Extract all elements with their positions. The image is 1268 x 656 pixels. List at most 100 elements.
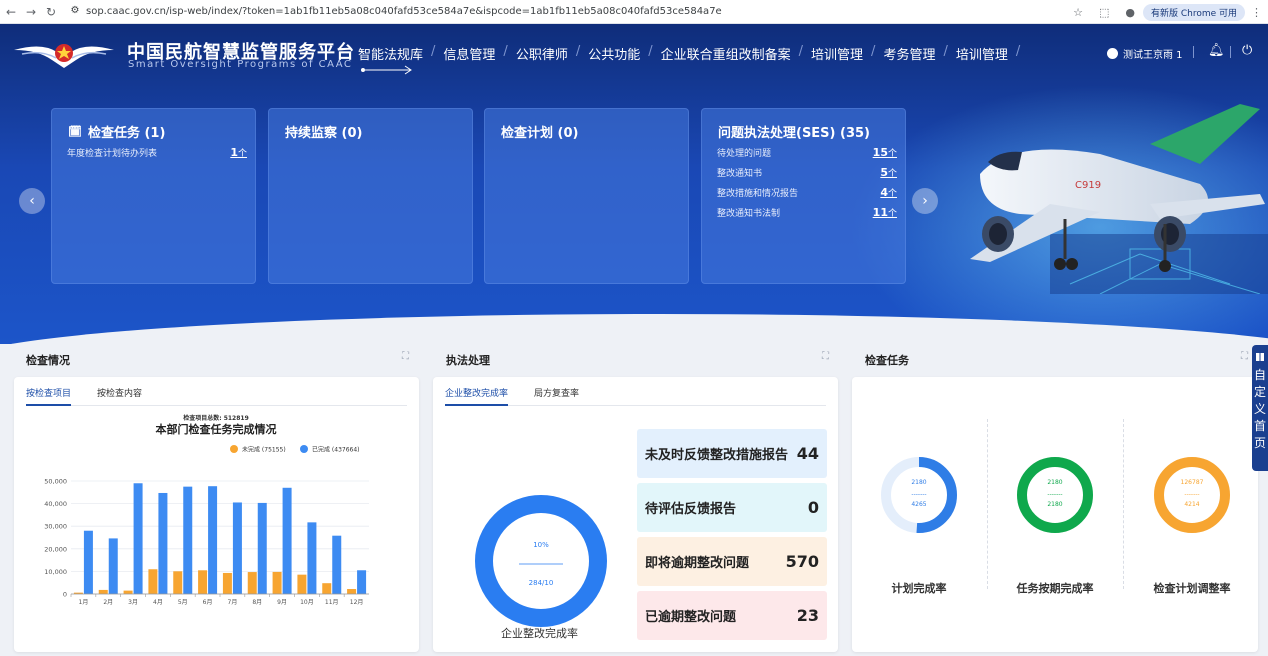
customize-homepage-tab[interactable]: 自定义首页 — [1252, 345, 1268, 471]
bar-incomplete — [98, 589, 108, 594]
bar-incomplete — [347, 589, 357, 594]
nav-item-public-lawyer[interactable]: 公职律师 — [516, 44, 568, 63]
panel-enforcement: 企业整改完成率 局方复查率 10% 284/10 企业整改完成率 未及时反馈整改… — [433, 377, 838, 652]
bookmark-star-icon[interactable]: ☆ — [1073, 6, 1083, 19]
card-inspection-tasks[interactable]: 🗓︎ 检查任务 (1) 年度检查计划待办列表 1个 — [51, 108, 256, 284]
menu-icon[interactable]: ⋮ — [1251, 6, 1262, 19]
section-title-enforce: 执法处理 — [446, 354, 490, 367]
carousel-next-button[interactable]: › — [912, 188, 938, 214]
reload-icon[interactable]: ↻ — [42, 5, 60, 19]
expand-icon[interactable]: ⛶ — [402, 351, 409, 362]
calendar-icon: 🗓︎ — [68, 125, 82, 138]
airplane-illustration: C919 — [970, 104, 1268, 294]
user-avatar-icon — [1107, 48, 1118, 59]
stat-card-due-soon[interactable]: 即将逾期整改问题 570 — [637, 537, 827, 586]
tab-rectification-rate[interactable]: 企业整改完成率 — [445, 386, 509, 406]
card-ses[interactable]: 问题执法处理(SES) (35) 待处理的问题 15个 整改通知书 5个 整改措施和… — [701, 108, 906, 284]
x-tick-label: 3月 — [128, 599, 138, 606]
bar-complete — [307, 522, 317, 594]
x-tick-label: 2月 — [103, 599, 113, 606]
gauge-bottom-value: 4214 — [1184, 501, 1199, 508]
card-title: 检查计划 (0) — [501, 126, 579, 141]
y-tick-label: 30,000 — [44, 523, 67, 531]
nav-scroll-arrow-icon[interactable] — [360, 65, 412, 75]
stat-card-overdue[interactable]: 已逾期整改问题 23 — [637, 591, 827, 640]
tab-by-content[interactable]: 按检查内容 — [97, 386, 142, 406]
top-navigation: 智能法规库 / 信息管理 / 公职律师 / 公共功能 / 企业联合重组改制备案 / 培训管… — [358, 44, 1021, 63]
bar-complete — [282, 487, 292, 594]
power-icon[interactable]: ⏻ — [1242, 43, 1252, 58]
card-title: 持续监察 (0) — [285, 126, 363, 141]
stat-card-pending-evaluation[interactable]: 待评估反馈报告 0 — [637, 483, 827, 532]
tab-review-rate[interactable]: 局方复查率 — [534, 386, 579, 406]
x-tick-label: 12月 — [350, 599, 364, 606]
x-tick-label: 9月 — [277, 599, 287, 606]
bar-complete — [357, 570, 367, 594]
profile-icon[interactable]: ● — [1125, 6, 1135, 19]
svg-text:C919: C919 — [1075, 180, 1101, 191]
gauge-label: 计划完成率 — [891, 582, 947, 595]
gauge-label: 任务按期完成率 — [1016, 582, 1094, 595]
nav-item-regulations[interactable]: 智能法规库 — [358, 44, 423, 63]
bell-icon[interactable]: 🔔︎ — [1208, 43, 1225, 58]
chrome-update-button[interactable]: 有新版 Chrome 可用 — [1142, 3, 1245, 21]
expand-icon[interactable]: ⛶ — [822, 351, 829, 362]
tab-by-item[interactable]: 按检查项目 — [26, 386, 72, 406]
card-row[interactable]: 整改通知书法制 11个 — [717, 206, 897, 219]
bar-complete — [257, 502, 267, 594]
legend-label: 未完成 (75155) — [242, 446, 286, 454]
bar-incomplete — [123, 590, 133, 594]
nav-item-restructuring-filing[interactable]: 企业联合重组改制备案 — [661, 44, 791, 63]
gauge-top-value: 2180 — [911, 479, 926, 486]
donut-bottom-value: 284/10 — [529, 579, 554, 587]
card-continuous-monitoring[interactable]: 持续监察 (0) — [268, 108, 473, 284]
bar-incomplete — [148, 569, 158, 594]
svg-text:-------: ------- — [1047, 491, 1062, 498]
gauge-label: 检查计划调整率 — [1153, 582, 1231, 595]
nav-item-training[interactable]: 培训管理 — [811, 44, 863, 63]
bar-incomplete — [272, 571, 282, 594]
carousel-prev-button[interactable]: ‹ — [19, 188, 45, 214]
user-name: 测试王京雨 1 — [1123, 50, 1183, 61]
stat-card-unfed-reports[interactable]: 未及时反馈整改措施报告 44 — [637, 429, 827, 478]
svg-text:-------: ------- — [1184, 491, 1199, 498]
gauge-bottom-value: 2180 — [1047, 501, 1062, 508]
legend-marker — [300, 445, 308, 453]
site-info-icon[interactable]: ⚙ — [68, 5, 82, 19]
x-tick-label: 11月 — [325, 599, 339, 606]
section-title-check: 检查情况 — [26, 354, 70, 367]
user-menu[interactable]: 测试王京雨 1 — [1107, 46, 1183, 61]
browser-toolbar: ← → ↻ ⚙ sop.caac.gov.cn/isp-web/index/?t… — [0, 0, 1268, 24]
gauge-3: 126787 ------- 4214 — [1147, 450, 1237, 540]
forward-icon[interactable]: → — [22, 5, 40, 19]
x-tick-label: 10月 — [300, 599, 314, 606]
card-inspection-plan[interactable]: 检查计划 (0) — [484, 108, 689, 284]
address-bar[interactable]: sop.caac.gov.cn/isp-web/index/?token=1ab… — [86, 6, 1006, 17]
nav-item-info-management[interactable]: 信息管理 — [443, 44, 495, 63]
nav-item-training-2[interactable]: 培训管理 — [956, 44, 1008, 63]
rectification-donut: 10% 284/10 — [475, 495, 607, 627]
card-row[interactable]: 整改措施和情况报告 4个 — [717, 186, 897, 199]
y-tick-label: 0 — [63, 591, 67, 599]
expand-icon[interactable]: ⛶ — [1241, 351, 1248, 362]
nav-item-public-functions[interactable]: 公共功能 — [588, 44, 640, 63]
x-tick-label: 1月 — [79, 599, 89, 606]
extensions-icon[interactable]: ⬚ — [1099, 6, 1109, 19]
nav-item-exam-management[interactable]: 考务管理 — [883, 44, 935, 63]
bar-incomplete — [247, 572, 257, 594]
card-row[interactable]: 待处理的问题 15个 — [717, 146, 897, 159]
card-row[interactable]: 年度检查计划待办列表 1个 — [67, 146, 247, 159]
donut-caption: 企业整改完成率 — [501, 627, 578, 640]
back-icon[interactable]: ← — [2, 5, 20, 19]
x-tick-label: 4月 — [153, 599, 163, 606]
bar-incomplete — [322, 583, 332, 594]
x-tick-label: 7月 — [228, 599, 238, 606]
chart-legend: 未完成 (75155) 已完成 (437664) — [230, 445, 360, 454]
bar-complete — [183, 486, 193, 594]
chart-supertitle: 检查项目总数: 512819 — [183, 414, 249, 422]
card-row[interactable]: 整改通知书 5个 — [717, 166, 897, 179]
bar-complete — [133, 483, 143, 594]
legend-marker — [230, 445, 238, 453]
bar-complete — [332, 535, 342, 594]
bar-complete — [232, 502, 242, 594]
